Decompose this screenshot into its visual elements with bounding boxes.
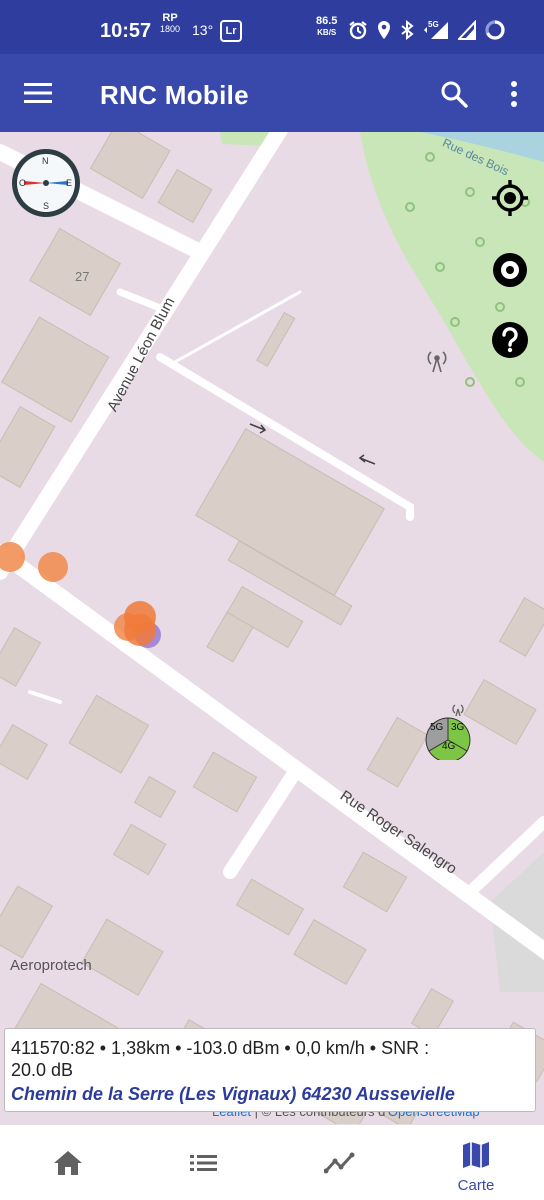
nav-chart[interactable]: [272, 1125, 408, 1200]
target-icon[interactable]: [490, 250, 530, 290]
cell-info-line2: 20.0 dB: [11, 1060, 74, 1080]
cell-label-3g: 3G: [451, 722, 465, 733]
nav-map-label: Carte: [457, 1177, 495, 1194]
signal-icon: [458, 20, 476, 40]
map-view[interactable]: Avenue Léon Blum Rue Roger Salengro Rue …: [0, 132, 544, 1124]
location-icon: [378, 21, 390, 39]
tower-poi-icon: [427, 351, 447, 373]
signal-5g-icon: 5G: [422, 20, 450, 40]
poi-label-aeroprotech: Aeroprotech: [10, 957, 92, 974]
building-number-label: 27: [75, 269, 90, 284]
status-bar: 10:57 RP 1800 13° Lr 86.5 KB/S 5G: [0, 0, 544, 54]
cell-label-5g: 5G: [430, 722, 444, 733]
status-net-speed: 86.5 KB/S: [316, 16, 337, 38]
menu-icon[interactable]: [24, 81, 52, 105]
help-icon[interactable]: [490, 320, 530, 360]
map-icon: [463, 1142, 489, 1168]
status-rp-bottom: 1800: [160, 24, 181, 34]
status-time: 10:57: [100, 20, 152, 42]
app-title: RNC Mobile: [100, 80, 249, 110]
search-icon[interactable]: [440, 80, 468, 108]
compass-e: E: [66, 178, 73, 188]
lightroom-notification-icon: Lr: [220, 20, 242, 42]
cell-label-4g: 4G: [442, 741, 456, 752]
more-vert-icon[interactable]: [502, 80, 526, 108]
list-icon: [190, 1155, 217, 1171]
status-temperature: 13°: [192, 22, 214, 38]
bottom-navigation: Carte: [0, 1124, 544, 1200]
bluetooth-icon: [401, 20, 414, 40]
net-speed-value: 86.5: [316, 15, 338, 27]
status-icons: 5G: [348, 18, 506, 42]
compass-icon[interactable]: N S E O: [10, 147, 82, 219]
cell-address: Chemin de la Serre (Les Vignaux) 64230 A…: [11, 1084, 455, 1104]
app-bar: RNC Mobile: [0, 54, 544, 132]
battery-icon: [485, 20, 505, 40]
nav-home[interactable]: [0, 1125, 136, 1200]
home-icon: [54, 1151, 82, 1175]
cell-info-panel: 411570:82 • 1,38km • -103.0 dBm • 0,0 km…: [4, 1028, 536, 1112]
alarm-icon: [349, 21, 367, 40]
status-rp-indicator: RP 1800: [160, 13, 180, 35]
status-rp-top: RP: [162, 12, 178, 24]
nav-map[interactable]: Carte: [408, 1125, 544, 1200]
net-speed-unit: KB/S: [317, 28, 337, 37]
compass-s: S: [43, 201, 50, 211]
measurement-points: [0, 542, 161, 648]
cell-site-marker[interactable]: 5G 3G 4G: [424, 702, 472, 763]
chart-icon: [324, 1152, 355, 1174]
cell-info-line1: 411570:82 • 1,38km • -103.0 dBm • 0,0 km…: [11, 1038, 430, 1058]
my-location-icon[interactable]: [490, 178, 530, 218]
compass-w: O: [19, 178, 27, 188]
compass-n: N: [42, 156, 49, 166]
nav-list[interactable]: [136, 1125, 272, 1200]
